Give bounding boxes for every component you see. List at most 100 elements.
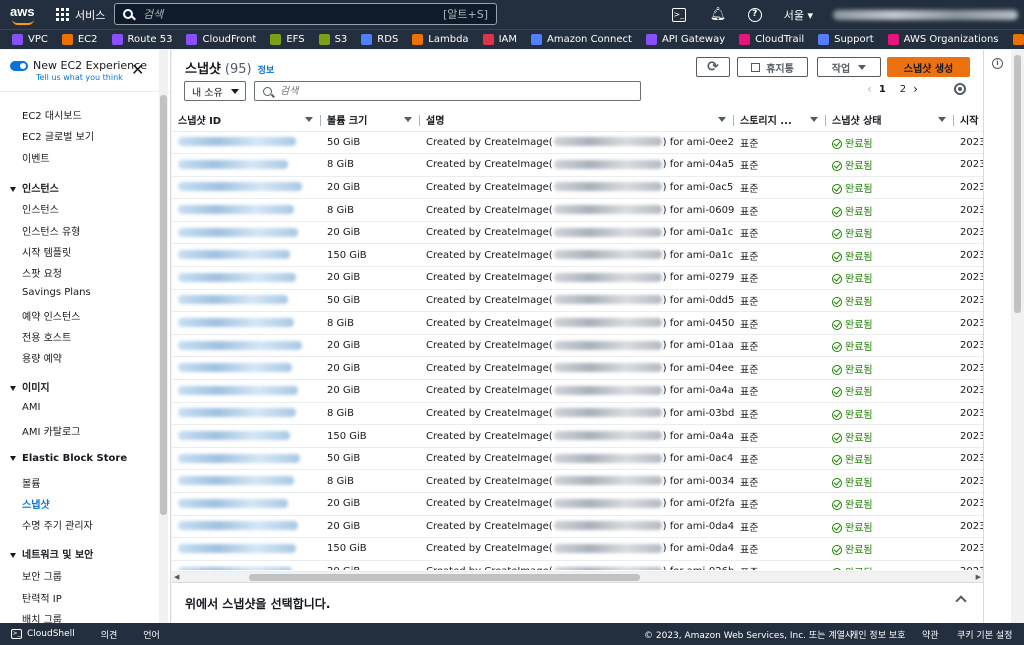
snapshot-id-cell[interactable] [172,537,321,561]
snapshot-id-link[interactable] [178,159,288,169]
table-row[interactable]: 50 GiB Created by CreateImage() for ami-0… [172,447,983,471]
table-row[interactable]: 20 GiB Created by CreateImage() for ami-0… [172,379,983,403]
create-snapshot-button[interactable]: 스냅샷 생성 [887,57,970,77]
snapshot-id-cell[interactable] [172,176,321,200]
sidebar-item[interactable]: 전용 호스트 [22,329,71,344]
snapshot-id-cell[interactable] [172,221,321,245]
favorite-item[interactable]: VPC [12,34,48,45]
snapshot-id-link[interactable] [178,318,294,328]
services-menu[interactable]: 서비스 [56,7,105,23]
sidebar-section-header[interactable]: Elastic Block Store [10,453,127,464]
info-link[interactable]: 정보 [258,66,275,76]
sidebar-item[interactable]: EC2 대시보드 [22,107,82,122]
sidebar-item-active[interactable]: 스냅샷 [22,496,50,511]
snapshot-id-cell[interactable] [172,266,321,290]
favorite-item[interactable]: IAM [482,34,517,45]
favorite-item[interactable]: CloudTrail [739,34,804,45]
snapshot-id-link[interactable] [178,498,288,508]
favorite-item[interactable]: EFS [270,34,305,45]
sidebar-item[interactable]: EC2 글로벌 보기 [22,128,94,143]
sidebar-item[interactable]: Savings Plans [22,287,91,298]
table-row[interactable]: 20 GiB Created by CreateImage() for ami-0… [172,266,983,290]
snapshot-id-cell[interactable] [172,356,321,381]
table-row[interactable]: 50 GiB Created by CreateImage() for ami-0… [172,131,983,155]
language-link[interactable]: 언어 [143,628,160,641]
sidebar-item[interactable]: 수명 주기 관리자 [22,517,93,532]
column-header-started[interactable]: 시작 [954,109,983,132]
sidebar-section-header[interactable]: 네트워크 및 보안 [10,546,93,561]
column-header-snapshot-id[interactable]: 스냅샷 ID [172,109,321,132]
table-row[interactable]: 20 GiB Created by CreateImage() for ami-0… [172,334,983,358]
snapshot-id-cell[interactable] [172,492,321,516]
snapshot-id-cell[interactable] [172,311,321,335]
column-header-snapshot-status[interactable]: 스냅샷 상태 [826,109,954,132]
feedback-link[interactable]: 의견 [101,628,118,641]
page-1[interactable]: 1 [879,84,886,95]
privacy-link[interactable]: 개인 정보 보호 [850,628,905,641]
snapshot-id-link[interactable] [178,476,294,486]
table-row[interactable]: 20 GiB Created by CreateImage() for ami-0… [172,176,983,200]
chevron-up-icon[interactable] [955,595,967,607]
favorite-item[interactable]: Lambda [412,34,469,45]
snapshot-id-link[interactable] [178,521,298,531]
favorite-item[interactable]: Support [818,34,874,45]
close-icon[interactable]: ✕ [131,60,144,79]
snapshot-id-cell[interactable] [172,447,321,471]
table-search-input[interactable] [280,85,640,97]
actions-button[interactable]: 작업 [817,57,881,77]
terms-link[interactable]: 약관 [922,628,939,641]
snapshot-id-cell[interactable] [172,153,321,177]
table-row[interactable]: 20 GiB Created by CreateImage() for ami-0… [172,492,983,516]
snapshot-id-cell[interactable] [172,424,321,448]
snapshot-id-link[interactable] [178,137,296,147]
snapshot-id-link[interactable] [178,182,302,192]
snapshot-id-link[interactable] [178,431,290,441]
sidebar-item[interactable]: 예약 인스턴스 [22,308,80,323]
table-row[interactable]: 8 GiB Created by CreateImage() for ami-04… [172,153,983,177]
cloudshell-icon[interactable]: >_ [671,7,686,22]
snapshot-id-cell[interactable] [172,402,321,426]
column-header-description[interactable]: 설명 [420,109,734,132]
sidebar-item[interactable]: 스팟 요청 [22,265,62,280]
snapshot-id-cell[interactable] [172,560,321,570]
sidebar-item[interactable]: 시작 템플릿 [22,244,71,259]
snapshot-id-link[interactable] [178,543,296,553]
snapshot-id-cell[interactable] [172,515,321,539]
recycle-bin-button[interactable]: 휴지통 [737,57,808,77]
account-menu[interactable] [833,9,1018,20]
favorite-item[interactable]: Elastic Kubernetes Service [1012,34,1024,45]
favorite-item[interactable]: AWS Organizations [887,34,999,45]
snapshot-id-cell[interactable] [172,131,321,155]
sidebar-scrollbar[interactable] [159,50,168,623]
snapshot-id-link[interactable] [178,385,298,395]
cloudshell-icon[interactable]: >_ [11,629,22,639]
help-icon[interactable]: ? [747,7,762,22]
sidebar-item[interactable]: 이벤트 [22,150,50,165]
page-2[interactable]: 2 [900,84,906,95]
prev-page-icon[interactable]: ‹ [867,82,872,96]
favorite-item[interactable]: EC2 [61,34,98,45]
table-row[interactable]: 50 GiB Created by CreateImage() for ami-0… [172,289,983,313]
owner-filter-select[interactable]: 내 소유 [184,81,246,101]
table-row[interactable]: 20 GiB Created by CreateImage() for ami-0… [172,221,983,245]
table-row[interactable]: 150 GiB Created by CreateImage() for ami-… [172,243,983,268]
table-row[interactable]: 8 GiB Created by CreateImage() for ami-00… [172,469,983,493]
table-row[interactable]: 8 GiB Created by CreateImage() for ami-06… [172,198,983,222]
table-row[interactable]: 8 GiB Created by CreateImage() for ami-04… [172,311,983,335]
refresh-button[interactable]: ⟳ [696,57,730,77]
favorite-item[interactable]: RDS [361,34,398,45]
sidebar-item[interactable]: AMI [22,402,40,413]
gear-icon[interactable] [954,83,966,95]
snapshot-id-link[interactable] [178,408,296,418]
snapshot-id-cell[interactable] [172,243,321,268]
table-row[interactable]: 8 GiB Created by CreateImage() for ami-03… [172,402,983,426]
favorite-item[interactable]: Route 53 [111,34,172,45]
sidebar-item[interactable]: AMI 카탈로그 [22,423,80,438]
snapshot-id-cell[interactable] [172,198,321,222]
snapshot-id-link[interactable] [178,340,302,350]
global-search-input[interactable]: 검색 [알트+S] [114,3,497,25]
table-horizontal-scrollbar[interactable]: ◀ ▶ [172,571,983,582]
table-row[interactable]: 20 GiB Created by CreateImage() for ami-0… [172,356,983,381]
favorite-item[interactable]: S3 [318,34,347,45]
sidebar-item[interactable]: 인스턴스 [22,201,59,216]
